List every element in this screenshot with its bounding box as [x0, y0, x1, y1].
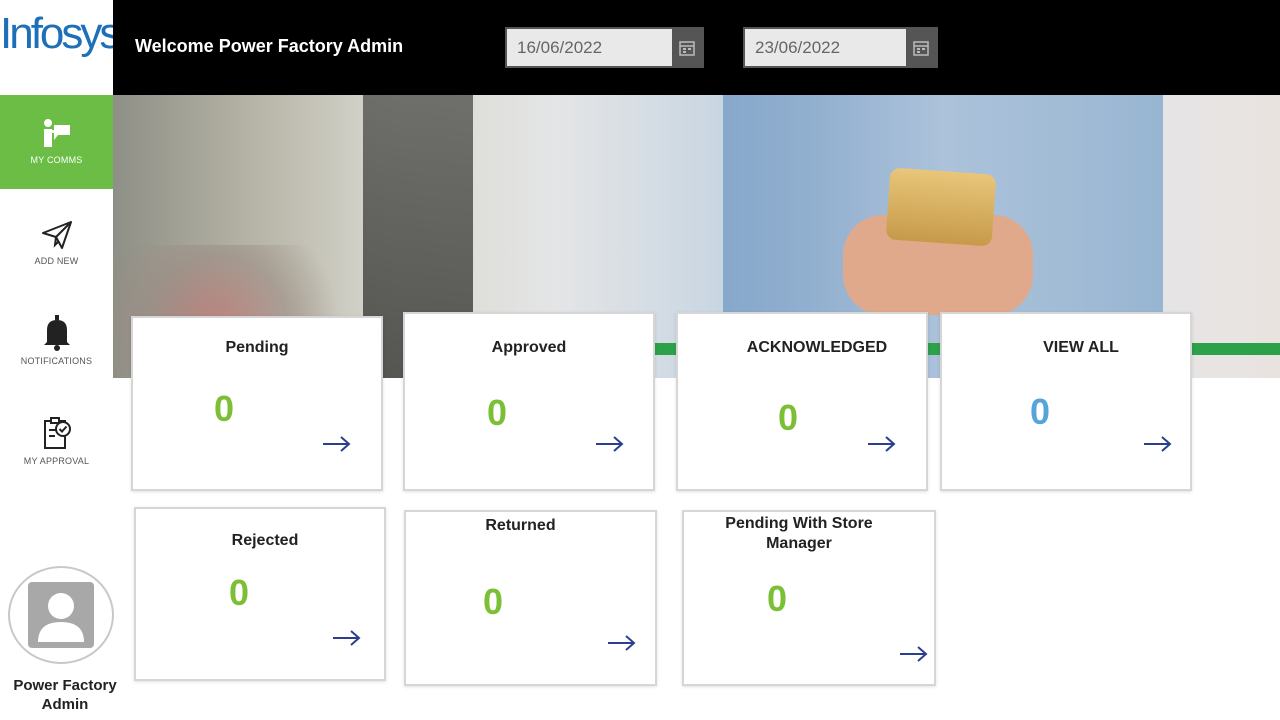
comms-icon [43, 119, 70, 147]
paper-plane-icon [41, 221, 72, 249]
card-title: Pending [225, 339, 289, 356]
end-date-field[interactable]: 23/06/2022 [743, 27, 938, 68]
user-profile[interactable]: Power Factory Admin [0, 566, 122, 714]
card-count: 0 [1030, 391, 1051, 432]
sidebar-item-label: ADD NEW [34, 256, 79, 266]
arrow-right-icon[interactable] [867, 435, 897, 453]
user-avatar-icon [28, 582, 94, 648]
card-count: 0 [483, 581, 504, 622]
sidebar-item-my-comms[interactable]: MY COMMS [0, 95, 113, 189]
status-card-pending[interactable]: Pending 0 [131, 316, 383, 491]
calendar-icon [679, 40, 695, 56]
card-count: 0 [487, 392, 508, 433]
welcome-text: Welcome Power Factory Admin [135, 36, 404, 56]
sidebar: Infosys MY COMMS ADD NEW NOTIFICATIONS M… [0, 0, 117, 720]
sidebar-item-label: MY COMMS [30, 155, 83, 165]
card-title: ACKNOWLEDGED [746, 339, 888, 356]
arrow-right-icon[interactable] [899, 645, 929, 663]
sidebar-item-my-approval[interactable]: MY APPROVAL [0, 416, 113, 486]
bell-icon [43, 315, 70, 351]
status-card-approved[interactable]: Approved 0 [403, 312, 655, 491]
card-count: 0 [214, 388, 235, 429]
start-date-calendar-button[interactable] [672, 29, 702, 66]
card-count: 0 [778, 397, 799, 438]
end-date-calendar-button[interactable] [906, 29, 936, 66]
status-card-view-all[interactable]: VIEW ALL 0 [940, 312, 1192, 491]
sidebar-item-label: MY APPROVAL [23, 456, 90, 466]
sidebar-item-add-new[interactable]: ADD NEW [0, 218, 113, 288]
status-card-acknowledged[interactable]: ACKNOWLEDGED 0 [676, 312, 928, 491]
sidebar-item-label: NOTIFICATIONS [20, 356, 93, 366]
sidebar-item-notifications[interactable]: NOTIFICATIONS [0, 314, 113, 390]
card-title: Pending With Store Manager [725, 515, 873, 552]
status-card-rejected[interactable]: Rejected 0 [134, 507, 386, 681]
card-title: Approved [491, 339, 567, 356]
end-date-value[interactable]: 23/06/2022 [745, 38, 906, 58]
calendar-icon [913, 40, 929, 56]
start-date-value[interactable]: 16/06/2022 [507, 38, 672, 58]
status-card-pending-with-store-manager[interactable]: Pending With Store Manager 0 [682, 510, 936, 686]
infosys-logo: Infosys [0, 6, 113, 66]
hero-phone [885, 167, 997, 247]
arrow-right-icon[interactable] [322, 435, 352, 453]
status-card-returned[interactable]: Returned 0 [404, 510, 657, 686]
logo-text: Infosys [0, 9, 113, 58]
arrow-right-icon[interactable] [607, 634, 637, 652]
start-date-field[interactable]: 16/06/2022 [505, 27, 704, 68]
avatar[interactable] [8, 566, 114, 664]
approval-clipboard-icon [43, 417, 71, 449]
card-count: 0 [767, 578, 788, 619]
top-bar: Welcome Power Factory Admin 16/06/2022 2… [113, 0, 1280, 95]
profile-name: Power Factory Admin [13, 677, 117, 713]
card-title: Returned [485, 517, 556, 534]
card-title: VIEW ALL [1043, 339, 1119, 356]
arrow-right-icon[interactable] [1143, 435, 1173, 453]
arrow-right-icon[interactable] [332, 629, 362, 647]
card-count: 0 [229, 572, 250, 613]
arrow-right-icon[interactable] [595, 435, 625, 453]
card-title: Rejected [231, 532, 299, 549]
